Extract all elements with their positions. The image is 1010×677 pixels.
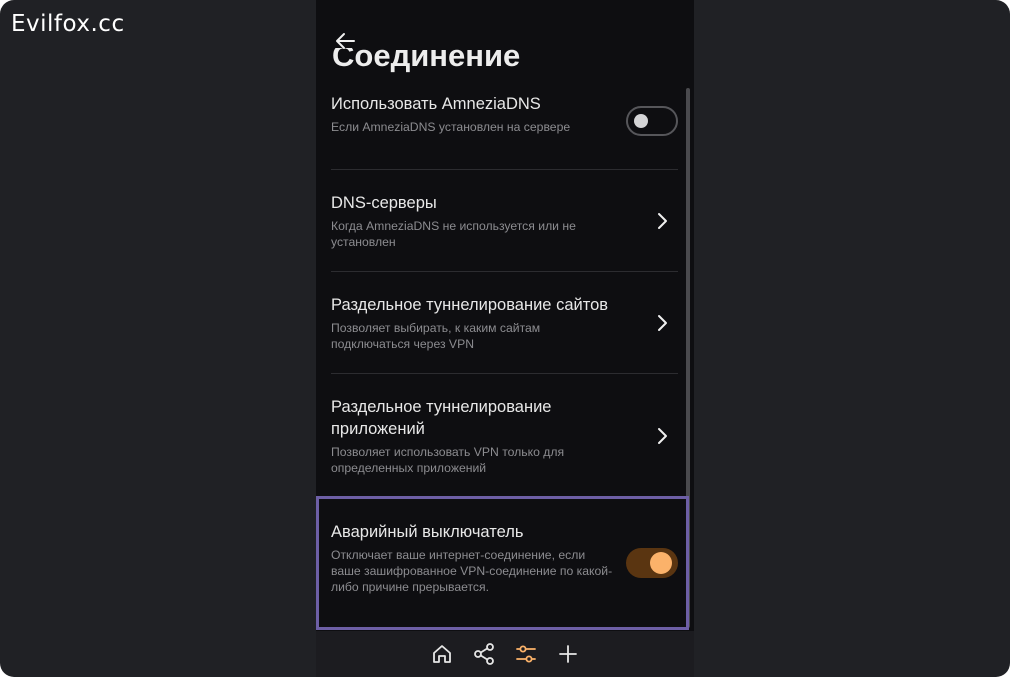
arrow-left-icon: [336, 33, 355, 49]
setting-app-split-tunneling[interactable]: Раздельное туннелирование приложений Поз…: [331, 396, 678, 476]
app-screen: Соединение Использовать AmneziaDNS Если …: [316, 0, 694, 677]
chevron-right-icon[interactable]: [656, 427, 668, 445]
divider: [331, 271, 678, 272]
divider: [331, 373, 678, 374]
setting-title: DNS-серверы: [331, 194, 437, 212]
setting-description: Позволяет выбирать, к каким сайтам подкл…: [331, 321, 541, 351]
amnezia-dns-toggle[interactable]: [626, 106, 678, 136]
setting-title: Использовать AmneziaDNS: [331, 95, 541, 113]
page-title: Соединение: [332, 38, 521, 73]
setting-title: Аварийный выключатель: [331, 523, 524, 541]
divider: [331, 169, 678, 170]
bottom-navigation: [316, 631, 694, 677]
nav-share-button[interactable]: [471, 641, 497, 667]
watermark: Evilfox.cc: [11, 11, 125, 37]
setting-description: Если AmneziaDNS установлен на сервере: [331, 120, 571, 134]
nav-home-button[interactable]: [429, 641, 455, 667]
plus-icon: [559, 645, 577, 663]
setting-title: Раздельное туннелирование приложений: [331, 398, 552, 438]
chevron-right-icon[interactable]: [656, 212, 668, 230]
back-button[interactable]: [330, 26, 360, 56]
share-icon: [474, 643, 494, 665]
setting-amnezia-dns[interactable]: Использовать AmneziaDNS Если AmneziaDNS …: [331, 93, 678, 135]
setting-dns-servers[interactable]: DNS-серверы Когда AmneziaDNS не использу…: [331, 192, 678, 250]
nav-settings-button[interactable]: [513, 641, 539, 667]
chevron-right-icon[interactable]: [656, 314, 668, 332]
setting-site-split-tunneling[interactable]: Раздельное туннелирование сайтов Позволя…: [331, 294, 678, 352]
screenshot-frame: Evilfox.cc Соединение Использовать Amnez…: [0, 0, 1010, 677]
home-icon: [433, 645, 451, 663]
setting-title: Раздельное туннелирование сайтов: [331, 296, 609, 314]
setting-description: Отключает ваше интернет-соединение, если…: [331, 548, 613, 594]
toggle-knob: [650, 552, 672, 574]
kill-switch-toggle[interactable]: [626, 548, 678, 578]
setting-description: Позволяет использовать VPN только для оп…: [331, 445, 565, 475]
setting-description: Когда AmneziaDNS не используется или не …: [331, 219, 576, 249]
settings-sliders-icon: [516, 645, 536, 663]
toggle-knob: [634, 114, 648, 128]
nav-add-button[interactable]: [555, 641, 581, 667]
